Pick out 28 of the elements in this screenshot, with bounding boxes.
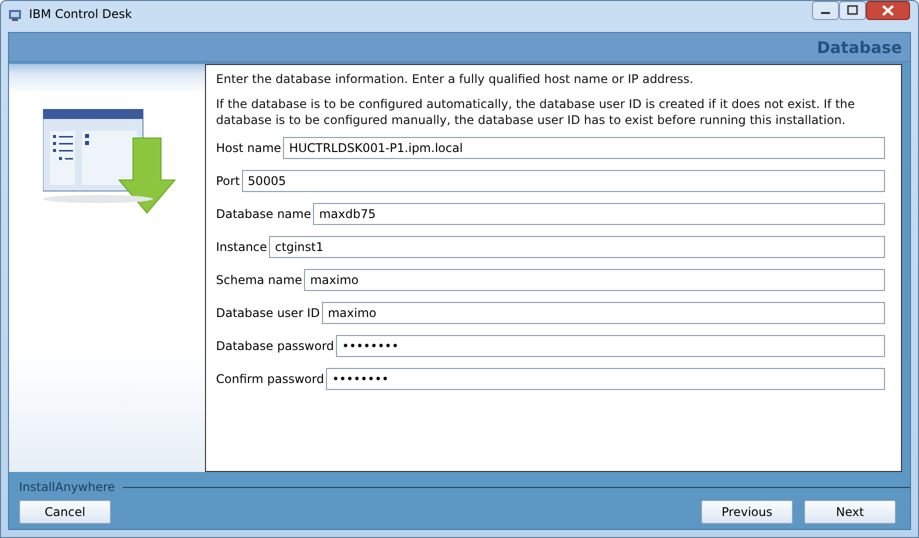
field-label: Port	[216, 174, 241, 188]
input-field[interactable]: maximo	[322, 302, 885, 324]
close-button[interactable]	[866, 1, 910, 20]
input-field[interactable]: ctginst1	[269, 236, 885, 258]
window-title: IBM Control Desk	[29, 7, 132, 21]
field-label: Database user ID	[216, 306, 321, 320]
instruction-text: Enter the database information. Enter a fully qualified host name or IP address.	[216, 71, 694, 87]
input-field[interactable]: ••••••••	[336, 335, 885, 357]
input-field[interactable]: 50005	[242, 170, 885, 192]
minimize-button[interactable]	[812, 1, 839, 20]
input-field[interactable]: maxdb75	[313, 203, 885, 225]
app-icon	[7, 7, 23, 23]
action-button[interactable]: Next	[804, 500, 896, 524]
instruction-text: If the database is to be configured automatically, the database user ID is created if it does not exist. If the database is to be configured manually, the database user ID has to exist before running this installation.	[216, 96, 856, 128]
field-label: Database password	[216, 339, 336, 353]
action-button[interactable]: Previous	[701, 500, 793, 524]
input-field[interactable]: ••••••••	[326, 368, 885, 390]
field-label: Confirm password	[216, 372, 326, 386]
brand-label: InstallAnywhere	[19, 480, 115, 494]
action-button[interactable]: Cancel	[19, 500, 111, 524]
maximize-button[interactable]	[839, 1, 866, 20]
field-label: Host name	[216, 141, 282, 155]
field-label: Schema name	[216, 273, 304, 287]
page-title: Database	[816, 38, 902, 56]
input-field[interactable]: HUCTRLDSK001-P1.ipm.local	[283, 137, 885, 159]
input-field[interactable]: maximo	[304, 269, 885, 291]
field-label: Database name	[216, 207, 312, 221]
field-label: Instance	[216, 240, 268, 254]
